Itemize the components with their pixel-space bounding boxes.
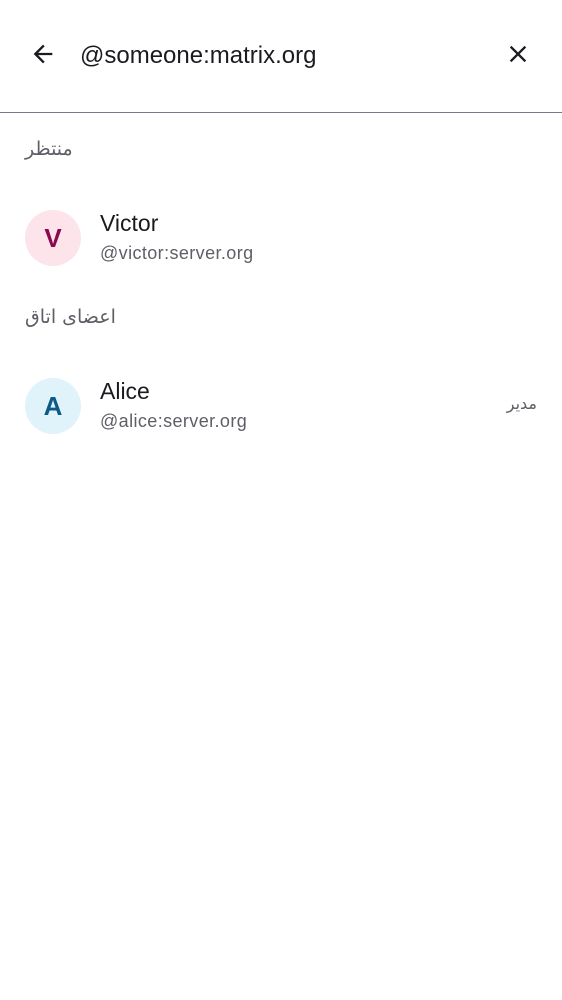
top-bar-divider <box>0 112 562 113</box>
member-user-id: @victor:server.org <box>100 243 254 263</box>
close-icon <box>504 40 532 72</box>
avatar: V <box>25 210 81 266</box>
section-header-pending: منتظر <box>25 138 73 160</box>
member-row-victor[interactable]: V Victor @victor:server.org <box>0 196 562 280</box>
section-header-room-members: اعضای اتاق <box>25 306 116 328</box>
clear-search-button[interactable] <box>494 32 542 80</box>
arrow-back-icon <box>29 40 57 72</box>
search-top-bar <box>0 0 562 112</box>
member-role-badge: مدیر <box>506 394 537 413</box>
avatar: A <box>25 378 81 434</box>
member-name: Victor <box>100 210 159 236</box>
room-member-search-screen: منتظر V Victor @victor:server.org اعضای … <box>0 0 562 1000</box>
member-row-alice[interactable]: A Alice @alice:server.org مدیر <box>0 364 562 448</box>
member-name: Alice <box>100 378 150 404</box>
member-user-id: @alice:server.org <box>100 411 248 431</box>
back-button[interactable] <box>19 32 67 80</box>
search-input[interactable] <box>80 36 480 76</box>
